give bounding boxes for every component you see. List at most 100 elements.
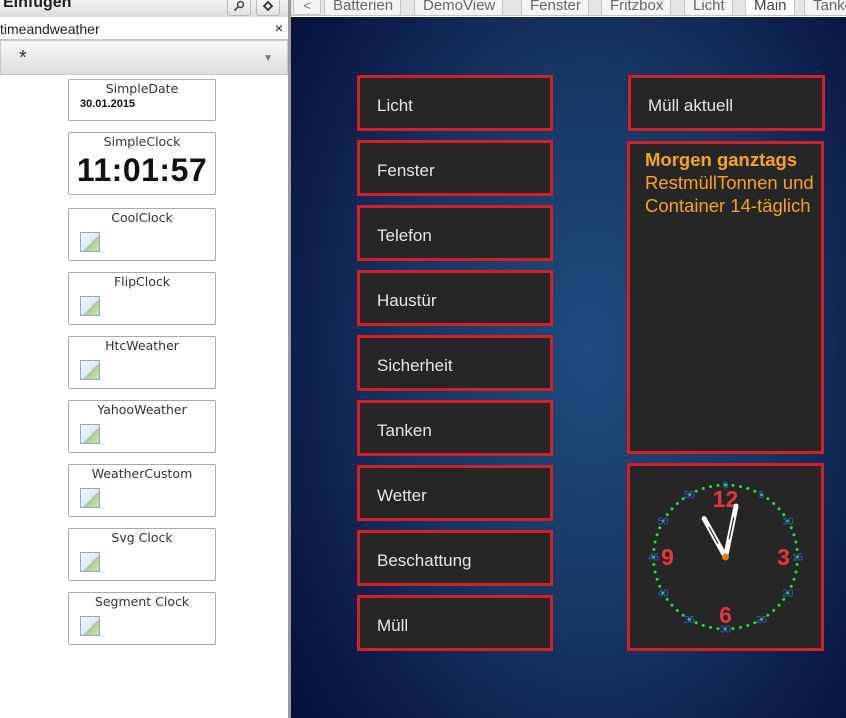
- sicherheit-button[interactable]: Sicherheit: [357, 335, 553, 391]
- broken-image-icon: [80, 424, 100, 444]
- pin-button[interactable]: [227, 0, 251, 16]
- muell-heading: Morgen ganztags: [645, 149, 798, 170]
- minute-dot: [709, 625, 713, 629]
- minute-dot: [653, 540, 657, 544]
- palette-item-svgclock[interactable]: Svg Clock: [68, 528, 216, 581]
- widget-name: SimpleDate: [105, 81, 179, 96]
- minute-dot: [794, 540, 798, 544]
- palette-item-weathercustom[interactable]: WeatherCustom: [68, 464, 216, 517]
- tanken-button[interactable]: Tanken: [357, 400, 553, 456]
- minute-label: 20: [782, 589, 794, 600]
- minute-dot: [701, 487, 705, 491]
- clock-preview: 11:01:57: [76, 152, 208, 188]
- hour-hand-inlay: [708, 526, 719, 544]
- muell-aktuell-button[interactable]: Müll aktuell: [628, 75, 825, 131]
- muell-button[interactable]: Müll: [357, 595, 553, 651]
- tab-licht[interactable]: Licht: [684, 0, 733, 15]
- tab-fenster[interactable]: Fenster: [521, 0, 589, 15]
- widget-name: SimpleClock: [103, 134, 181, 149]
- beschattung-button[interactable]: Beschattung: [357, 530, 553, 586]
- panel-header: Einfügen: [0, 0, 289, 17]
- hour-numeral: 9: [661, 544, 674, 570]
- haustuer-button[interactable]: Haustür: [357, 270, 553, 326]
- telefon-button[interactable]: Telefon: [357, 205, 553, 261]
- palette-item-flipclock[interactable]: FlipClock: [68, 272, 216, 325]
- scroll-tabs-left-button[interactable]: <: [293, 0, 321, 15]
- minute-label: 40: [658, 589, 670, 600]
- minute-dot: [792, 577, 796, 581]
- minute-label: 55: [684, 490, 696, 501]
- minute-dot: [766, 497, 770, 501]
- minute-dot: [746, 623, 750, 627]
- minute-dot: [652, 547, 656, 551]
- minute-dot: [746, 487, 750, 491]
- tab-demoview[interactable]: DemoView: [414, 0, 504, 15]
- minute-label: 50: [658, 517, 670, 528]
- widget-name: CoolClock: [111, 210, 173, 225]
- close-icon[interactable]: ×: [275, 20, 283, 36]
- broken-image-icon: [80, 360, 100, 380]
- minute-dot: [670, 507, 674, 511]
- widget-name: YahooWeather: [97, 402, 187, 417]
- minute-dot: [653, 570, 657, 574]
- minute-dot: [738, 485, 742, 489]
- minute-dot: [655, 533, 659, 537]
- minute-dot: [670, 603, 674, 607]
- minute-label: 25: [756, 615, 768, 626]
- minute-dot: [738, 625, 742, 629]
- hour-numeral: 6: [719, 602, 732, 628]
- pin-icon: [233, 0, 245, 12]
- broken-image-icon: [80, 552, 100, 572]
- fenster-button[interactable]: Fenster: [357, 140, 553, 196]
- minute-dot: [792, 533, 796, 537]
- minute-dot: [675, 609, 679, 613]
- tab-tanke[interactable]: Tanke: [804, 0, 846, 15]
- minute-label: 45: [648, 553, 660, 564]
- broken-image-icon: [80, 232, 100, 252]
- minute-label: 10: [782, 517, 794, 528]
- minute-dot: [753, 489, 757, 493]
- minute-label: 15: [792, 553, 804, 564]
- widget-name: Svg Clock: [111, 530, 173, 545]
- chevron-down-icon[interactable]: ▼: [263, 53, 273, 64]
- tab-main[interactable]: Main: [745, 0, 795, 15]
- palette-item-segmentclock[interactable]: Segment Clock: [68, 592, 216, 645]
- analog-clock-widget: 0 5 10 15 20 25 30 35 40 45 50 55 12 3 6 9: [627, 463, 824, 651]
- analog-clock-face: 0510152025303540455055 12369: [648, 481, 804, 636]
- widget-palette-panel: Einfügen timeandweather × * ▼ SimpleDate…: [0, 0, 289, 718]
- link-icon: [262, 0, 274, 12]
- minute-dot: [795, 547, 799, 551]
- minute-dot: [777, 507, 781, 511]
- muell-info-panel: Morgen ganztags RestmüllTonnen und Conta…: [627, 141, 824, 454]
- minute-dot: [794, 570, 798, 574]
- date-preview: 30.01.2015: [80, 98, 136, 110]
- minute-dot: [772, 609, 776, 613]
- palette-item-htcweather[interactable]: HtcWeather: [68, 336, 216, 389]
- link-button[interactable]: [256, 0, 280, 16]
- wetter-button[interactable]: Wetter: [357, 465, 553, 521]
- widget-filter-select[interactable]: * ▼: [0, 40, 288, 75]
- palette-item-yahooweather[interactable]: YahooWeather: [68, 400, 216, 453]
- palette-item-coolclock[interactable]: CoolClock: [68, 208, 216, 261]
- minute-dot: [694, 489, 698, 493]
- minute-dot: [658, 584, 662, 588]
- licht-button[interactable]: Licht: [357, 75, 553, 131]
- minute-dot: [772, 501, 776, 505]
- tab-fritzbox[interactable]: Fritzbox: [601, 0, 672, 15]
- clock-center-dot: [722, 553, 729, 561]
- view-tab-bar: < Batterien DemoView Fenster Fritzbox Li…: [291, 0, 846, 16]
- minute-dot: [777, 603, 781, 607]
- tab-batterien[interactable]: Batterien: [324, 0, 402, 15]
- widget-name: FlipClock: [113, 274, 171, 289]
- minute-dot: [655, 577, 659, 581]
- broken-image-icon: [80, 296, 100, 316]
- minute-label: 5: [759, 490, 765, 501]
- broken-image-icon: [80, 488, 100, 508]
- widget-set-row: timeandweather ×: [0, 18, 289, 40]
- palette-item-simpledate[interactable]: SimpleDate 30.01.2015: [68, 79, 216, 121]
- minute-dot: [789, 584, 793, 588]
- minute-dot: [731, 627, 735, 631]
- palette-item-simpleclock[interactable]: SimpleClock 11:01:57: [68, 132, 216, 195]
- minute-dot: [709, 485, 713, 489]
- widget-name: WeatherCustom: [91, 466, 193, 481]
